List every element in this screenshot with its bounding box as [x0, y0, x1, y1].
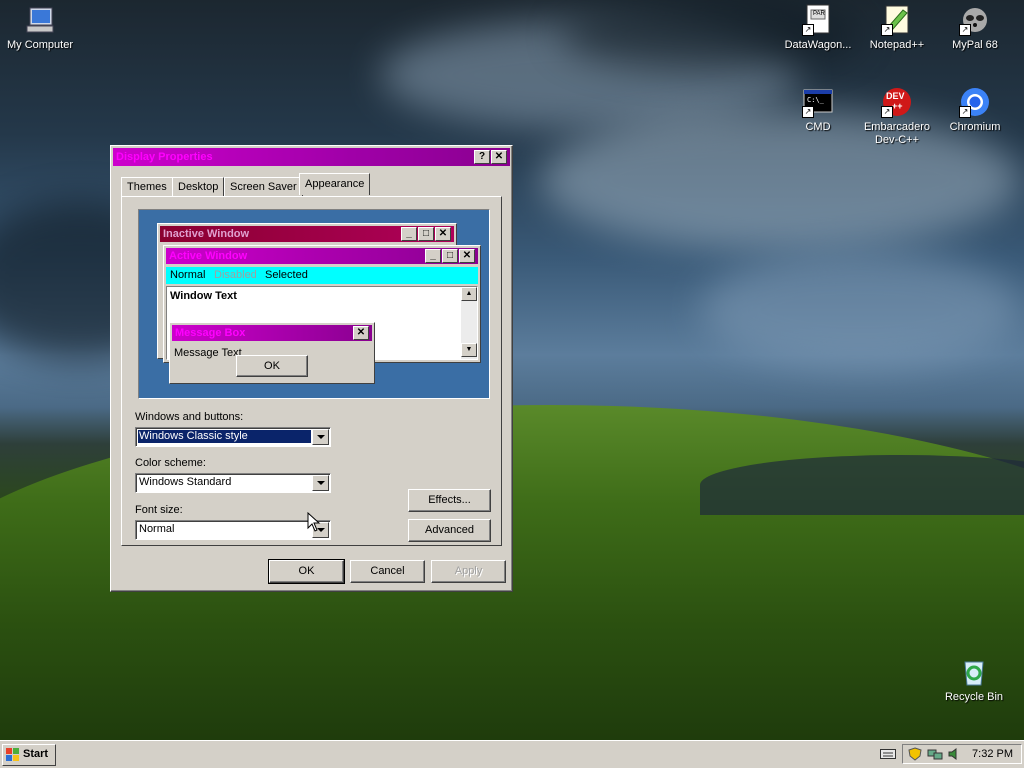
color-scheme-select[interactable]: Windows Standard	[135, 473, 331, 493]
cmd-icon[interactable]: C:\_ ↗ CMD	[778, 86, 858, 134]
windows-buttons-label: Windows and buttons:	[135, 411, 244, 423]
close-button[interactable]: ✕	[491, 150, 507, 164]
maximize-icon: □	[442, 249, 458, 263]
shortcut-arrow-icon: ↗	[881, 106, 893, 118]
preview-menu-normal: Normal	[170, 269, 206, 281]
document-icon: PAR ↗	[802, 4, 834, 36]
font-size-value: Normal	[139, 523, 175, 535]
tab-screen-saver[interactable]: Screen Saver	[224, 177, 303, 196]
cmd-label: CMD	[805, 121, 831, 133]
close-icon: ✕	[353, 326, 369, 340]
datawagon-label: DataWagon...	[784, 39, 852, 51]
preview-menu-disabled: Disabled	[214, 269, 257, 281]
notepadpp-label: Notepad++	[869, 39, 925, 51]
dev-cpp-icon: DEV ++ ↗	[881, 86, 913, 118]
shortcut-arrow-icon: ↗	[959, 24, 971, 36]
start-label: Start	[23, 748, 49, 760]
preview-window-text: Window Text	[170, 290, 237, 302]
color-scheme-label: Color scheme:	[135, 457, 206, 469]
maximize-icon: □	[418, 227, 434, 241]
shortcut-arrow-icon: ↗	[802, 24, 814, 36]
my-computer-label: My Computer	[6, 39, 74, 51]
notepadpp-icon[interactable]: ↗ Notepad++	[857, 4, 937, 52]
title-bar[interactable]: Display Properties ? ✕	[113, 148, 510, 166]
scroll-down-icon: ▼	[461, 343, 477, 357]
chromium-label: Chromium	[949, 121, 1001, 133]
mypal-icon[interactable]: ↗ MyPal 68	[935, 4, 1015, 52]
start-button[interactable]: Start	[2, 744, 56, 766]
security-shield-icon[interactable]	[908, 747, 922, 764]
mypal-label: MyPal 68	[952, 39, 998, 51]
scroll-up-icon: ▲	[461, 287, 477, 301]
preview-inactive-title: Inactive Window	[163, 228, 250, 240]
appearance-preview: Inactive Window _ □ ✕ Active Window _ □ …	[138, 209, 490, 399]
tab-appearance[interactable]: Appearance	[299, 173, 371, 195]
clock[interactable]: 7:32 PM	[972, 748, 1013, 760]
effects-button[interactable]: Effects...	[408, 489, 491, 512]
chevron-down-icon[interactable]	[312, 475, 329, 491]
shortcut-arrow-icon: ↗	[881, 24, 893, 36]
devcpp-icon[interactable]: DEV ++ ↗ Embarcadero Dev-C++	[857, 86, 937, 147]
preview-active-title: Active Window	[169, 250, 248, 262]
recycle-bin-icon[interactable]: Recycle Bin	[934, 656, 1014, 704]
tab-strip: Themes Desktop Screen Saver Appearance	[121, 173, 501, 197]
terminal-icon: C:\_ ↗	[802, 86, 834, 118]
preview-message-box: Message Box ✕ Message Text OK	[169, 322, 375, 384]
help-button[interactable]: ?	[474, 150, 490, 164]
minimize-icon: _	[401, 227, 417, 241]
recycle-icon	[958, 656, 990, 688]
tab-desktop[interactable]: Desktop	[172, 177, 225, 196]
devcpp-label: Embarcadero Dev-C++	[863, 121, 931, 146]
datawagon-icon[interactable]: PAR ↗ DataWagon...	[778, 4, 858, 52]
preview-ok-button: OK	[236, 355, 308, 377]
chevron-down-icon[interactable]	[312, 429, 329, 445]
windows-buttons-value: Windows Classic style	[138, 430, 311, 443]
close-icon: ✕	[435, 227, 451, 241]
appearance-panel: Inactive Window _ □ ✕ Active Window _ □ …	[121, 196, 502, 546]
minimize-icon: _	[425, 249, 441, 263]
close-icon: ✕	[459, 249, 475, 263]
my-computer-icon[interactable]: My Computer	[0, 4, 80, 52]
preview-message-title-bar: Message Box ✕	[172, 325, 372, 341]
windows-logo-icon	[6, 748, 20, 762]
preview-scrollbar: ▲ ▼	[461, 287, 477, 359]
apply-button[interactable]: Apply	[431, 560, 506, 583]
shortcut-arrow-icon: ↗	[802, 106, 814, 118]
volume-icon[interactable]	[947, 747, 961, 764]
preview-inactive-title-bar: Inactive Window _ □ ✕	[160, 226, 454, 242]
keyboard-icon[interactable]	[880, 748, 896, 760]
window-title: Display Properties	[116, 151, 213, 163]
chromium-browser-icon: ↗	[959, 86, 991, 118]
font-size-select[interactable]: Normal	[135, 520, 331, 540]
computer-icon	[24, 4, 56, 36]
network-icon[interactable]	[927, 747, 943, 764]
shortcut-arrow-icon: ↗	[959, 106, 971, 118]
raccoon-icon: ↗	[959, 4, 991, 36]
taskbar: Start 7:32 PM	[0, 740, 1024, 768]
windows-buttons-select[interactable]: Windows Classic style	[135, 427, 331, 447]
cancel-button[interactable]: Cancel	[350, 560, 425, 583]
advanced-button[interactable]: Advanced	[408, 519, 491, 542]
chromium-icon[interactable]: ↗ Chromium	[935, 86, 1015, 134]
preview-message-title: Message Box	[175, 327, 246, 339]
preview-message-text: Message Text	[174, 347, 242, 359]
tab-themes[interactable]: Themes	[121, 177, 173, 196]
preview-active-title-bar: Active Window _ □ ✕	[166, 248, 478, 264]
recycle-bin-label: Recycle Bin	[944, 691, 1004, 703]
preview-menu-selected: Selected	[265, 269, 308, 281]
notepad-icon: ↗	[881, 4, 913, 36]
ok-button[interactable]: OK	[268, 559, 345, 584]
system-tray: 7:32 PM	[902, 744, 1022, 764]
preview-menu-bar: Normal Disabled Selected	[166, 267, 478, 284]
mouse-pointer-icon	[307, 511, 321, 535]
color-scheme-value: Windows Standard	[139, 476, 232, 488]
font-size-label: Font size:	[135, 504, 183, 516]
